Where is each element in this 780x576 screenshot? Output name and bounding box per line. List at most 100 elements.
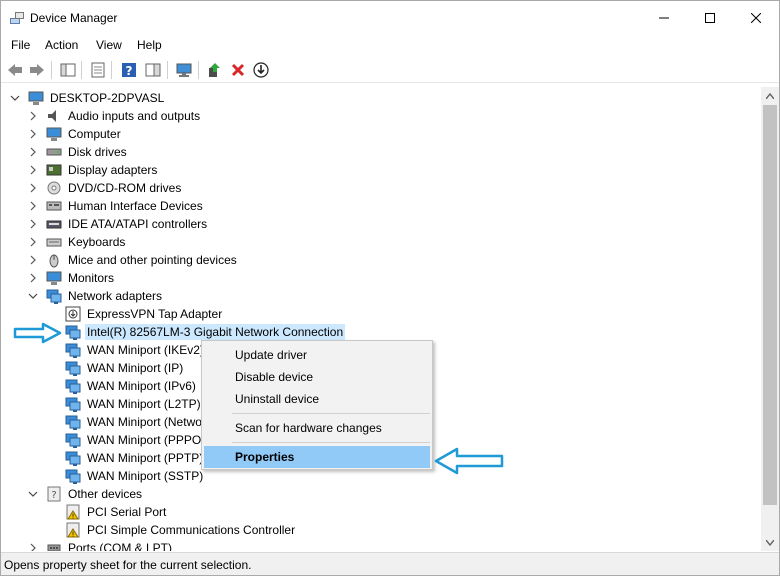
back-button[interactable] xyxy=(5,60,25,80)
maximize-button[interactable] xyxy=(687,1,733,35)
tree-device-item[interactable]: WAN Miniport (L2TP) xyxy=(47,395,203,413)
svg-text:?: ? xyxy=(126,64,133,78)
mouse-icon xyxy=(49,254,59,268)
tree-category-item[interactable]: Audio inputs and outputs xyxy=(28,107,202,125)
expand-chevron-icon[interactable] xyxy=(28,201,38,211)
collapse-chevron-icon[interactable] xyxy=(10,93,20,103)
tree-category-item[interactable]: ? Other devices xyxy=(28,485,144,503)
context-disable-device[interactable]: Disable device xyxy=(204,366,430,388)
tree-device-item[interactable]: ! PCI Serial Port xyxy=(47,503,168,521)
port-icon xyxy=(47,544,61,551)
tree-device-item[interactable]: WAN Miniport (IPv6) xyxy=(47,377,198,395)
tree-category-item[interactable]: Display adapters xyxy=(28,161,159,179)
vertical-scrollbar[interactable] xyxy=(761,87,779,551)
context-scan-hardware[interactable]: Scan for hardware changes xyxy=(204,417,430,439)
tree-category-item[interactable]: IDE ATA/ATAPI controllers xyxy=(28,215,209,233)
properties-sheet-icon xyxy=(91,62,105,78)
tree-category-item[interactable]: Human Interface Devices xyxy=(28,197,205,215)
context-separator xyxy=(232,413,430,414)
show-hide-console-tree-button[interactable] xyxy=(58,60,78,80)
minimize-button[interactable] xyxy=(641,1,687,35)
title-bar: Device Manager xyxy=(1,1,779,35)
update-driver-button[interactable] xyxy=(205,60,225,80)
scroll-down-icon xyxy=(766,539,774,546)
unknown-device-icon: ? xyxy=(47,486,61,502)
forward-arrow-icon xyxy=(30,64,44,76)
menu-view[interactable]: View xyxy=(96,38,122,52)
tree-device-item[interactable]: WAN Miniport (PPTP) xyxy=(47,449,205,467)
forward-button[interactable] xyxy=(27,60,47,80)
minimize-icon xyxy=(659,17,669,19)
tree-item-label: DVD/CD-ROM drives xyxy=(68,181,182,195)
tree-category-item[interactable]: Monitors xyxy=(28,269,116,287)
expand-chevron-icon[interactable] xyxy=(28,255,38,265)
scan-hardware-button[interactable] xyxy=(174,60,194,80)
tree-device-item[interactable]: WAN Miniport (PPPOI xyxy=(47,431,207,449)
warning-device-icon: ! xyxy=(66,504,80,520)
tree-item-label: Monitors xyxy=(68,271,115,285)
tree-category-item[interactable]: Keyboards xyxy=(28,233,127,251)
expand-chevron-icon[interactable] xyxy=(28,165,38,175)
tree-item-label: PCI Simple Communications Controller xyxy=(87,523,296,537)
context-separator xyxy=(232,442,430,443)
menu-action[interactable]: Action xyxy=(45,38,78,52)
action-pane-icon xyxy=(145,63,161,77)
menu-file[interactable]: File xyxy=(11,38,30,52)
back-arrow-icon xyxy=(8,64,22,76)
update-driver-icon xyxy=(209,63,220,77)
tree-device-item[interactable]: WAN Miniport (IP) xyxy=(47,359,185,377)
toolbar: ? xyxy=(1,58,779,83)
expand-chevron-icon[interactable] xyxy=(28,237,38,247)
tree-device-item[interactable]: WAN Miniport (SSTP) xyxy=(47,467,205,485)
expand-chevron-icon[interactable] xyxy=(28,273,38,283)
help-button[interactable]: ? xyxy=(119,60,139,80)
action-pane-button[interactable] xyxy=(143,60,163,80)
tree-item-label: WAN Miniport (PPPOI xyxy=(87,433,205,447)
close-button[interactable] xyxy=(733,1,779,35)
tree-device-item[interactable]: ExpressVPN Tap Adapter xyxy=(47,305,224,323)
collapse-chevron-icon[interactable] xyxy=(28,291,38,301)
tree-category-item[interactable]: Mice and other pointing devices xyxy=(28,251,239,269)
scroll-down-button[interactable] xyxy=(761,534,779,551)
context-update-driver[interactable]: Update driver xyxy=(204,344,430,366)
tree-category-item[interactable]: Disk drives xyxy=(28,143,129,161)
expand-chevron-icon[interactable] xyxy=(28,183,38,193)
red-x-icon xyxy=(231,63,245,77)
tree-device-item[interactable]: WAN Miniport (IKEv2) xyxy=(47,341,206,359)
tree-root-label: DESKTOP-2DPVASL xyxy=(50,91,165,105)
expand-chevron-icon[interactable] xyxy=(28,129,38,139)
tree-device-item[interactable]: Intel(R) 82567LM-3 Gigabit Network Conne… xyxy=(47,323,346,341)
window-title: Device Manager xyxy=(30,11,118,25)
tree-category-item[interactable]: Network adapters xyxy=(28,287,164,305)
tree-item-label: WAN Miniport (Netwo xyxy=(87,415,202,429)
expand-chevron-icon[interactable] xyxy=(28,543,38,551)
tree-category-item[interactable]: Ports (COM & LPT) xyxy=(28,539,174,551)
expand-chevron-icon[interactable] xyxy=(28,147,38,157)
enable-device-button[interactable] xyxy=(251,60,271,80)
tree-item-label: ExpressVPN Tap Adapter xyxy=(87,307,223,321)
tree-item-label: Human Interface Devices xyxy=(68,199,203,213)
help-icon: ? xyxy=(122,63,136,78)
tree-root[interactable]: DESKTOP-2DPVASL xyxy=(10,89,166,107)
context-properties[interactable]: Properties xyxy=(204,446,430,468)
menu-help[interactable]: Help xyxy=(137,38,162,52)
scrollbar-thumb[interactable] xyxy=(763,105,777,505)
expand-chevron-icon[interactable] xyxy=(28,219,38,229)
expand-chevron-icon[interactable] xyxy=(28,111,38,121)
tree-category-item[interactable]: DVD/CD-ROM drives xyxy=(28,179,183,197)
tree-item-label: WAN Miniport (L2TP) xyxy=(87,397,201,411)
context-uninstall-device[interactable]: Uninstall device xyxy=(204,388,430,410)
tree-category-item[interactable]: Computer xyxy=(28,125,123,143)
svg-text:!: ! xyxy=(72,531,75,539)
console-tree-icon xyxy=(60,63,76,77)
network-adapter-icon xyxy=(65,451,81,466)
tree-device-item[interactable]: WAN Miniport (Netwo xyxy=(47,413,204,431)
tree-device-item[interactable]: ! PCI Simple Communications Controller xyxy=(47,521,297,539)
properties-toolbar-button[interactable] xyxy=(88,60,108,80)
tree-item-label: WAN Miniport (SSTP) xyxy=(87,469,204,483)
collapse-chevron-icon[interactable] xyxy=(28,489,38,499)
uninstall-device-button[interactable] xyxy=(228,60,248,80)
scroll-up-button[interactable] xyxy=(761,87,779,104)
tree-item-label: Keyboards xyxy=(68,235,126,249)
network-adapter-icon xyxy=(65,325,81,340)
